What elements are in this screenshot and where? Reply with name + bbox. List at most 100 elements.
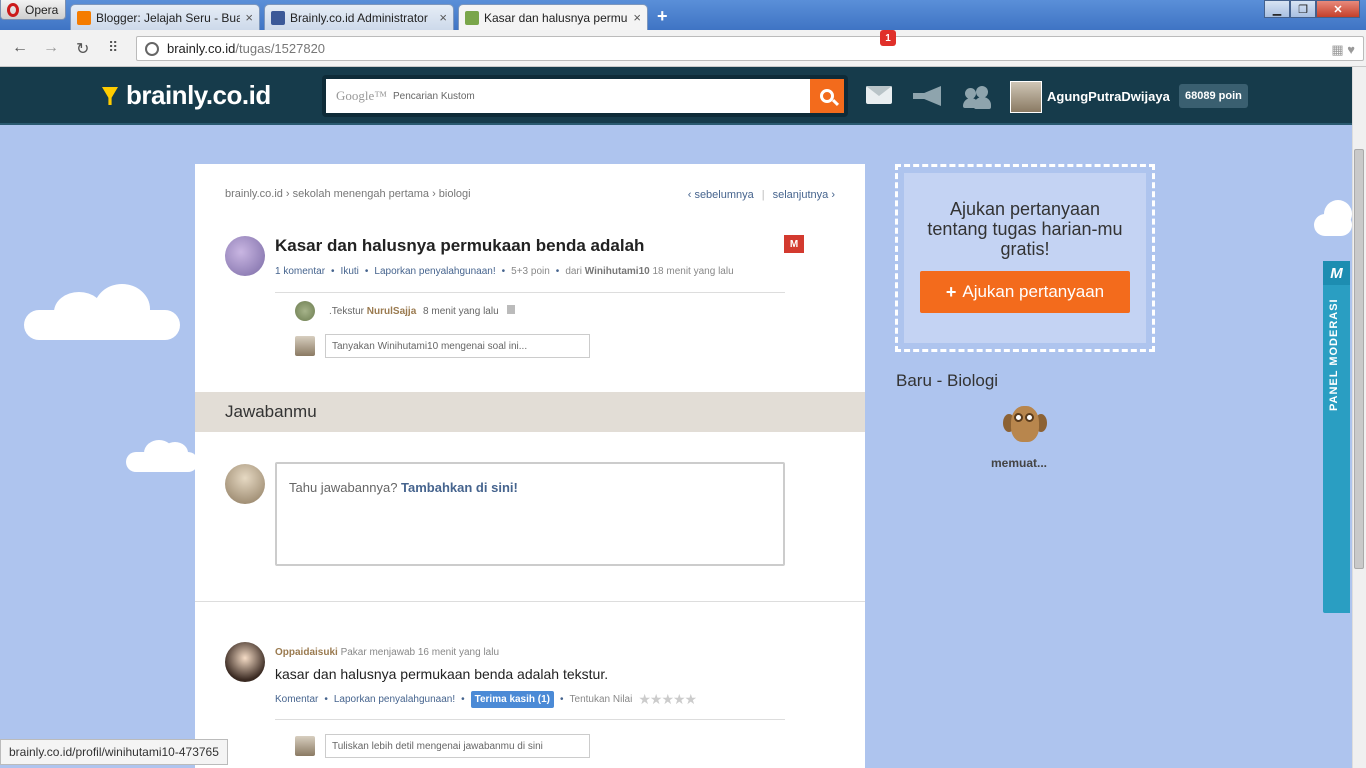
new-tab-icon[interactable]: +: [657, 6, 668, 27]
meta-separator: •: [501, 266, 506, 277]
answer-input[interactable]: Tahu jawabannya? Tambahkan di sini!: [275, 462, 785, 566]
flag-icon[interactable]: [507, 305, 516, 314]
google-brand: Google™: [336, 88, 388, 103]
answer-detail-input[interactable]: Tuliskan lebih detil mengenai jawabanmu …: [325, 734, 590, 758]
moderation-logo-icon: M: [1323, 261, 1350, 285]
brainly-logo[interactable]: brainly.co.id: [98, 79, 271, 111]
tab-brainly-admin[interactable]: Brainly.co.id Administrator ×: [264, 4, 454, 30]
meta-separator: •: [324, 694, 328, 705]
divider: [275, 292, 785, 293]
tab-title: Blogger: Jelajah Seru - Buat: [96, 10, 241, 25]
facebook-favicon-icon: [271, 10, 285, 25]
breadcrumb[interactable]: brainly.co.id › sekolah menengah pertama…: [225, 188, 471, 200]
commenter-name-link[interactable]: NurulSajja: [367, 306, 416, 317]
search-box: Google™ Pencarian Kustom: [322, 75, 848, 117]
opera-menu-label: Opera: [25, 2, 59, 17]
answerer-name-link[interactable]: Oppaidaisuki: [275, 647, 338, 658]
meta-separator: •: [331, 266, 335, 277]
question-pager: ‹ sebelumnya | selanjutnya ›: [688, 189, 835, 201]
username-link[interactable]: AgungPutraDwijaya: [1047, 89, 1170, 104]
megaphone-icon[interactable]: [913, 86, 941, 106]
friends-icon[interactable]: [963, 86, 991, 110]
ask-question-button[interactable]: + Ajukan pertanyaan: [920, 271, 1130, 313]
answer-report-link[interactable]: Laporkan penyalahgunaan!: [334, 694, 455, 705]
url-path: /tugas/1527820: [235, 41, 326, 56]
ask-comment-row: Tanyakan Winihutami10 mengenai soal ini.…: [295, 334, 590, 358]
answer-meta: Oppaidaisuki Pakar menjawab 16 menit yan…: [275, 647, 499, 658]
moderation-panel-tab[interactable]: M PANEL MODERASI: [1323, 261, 1350, 613]
question-panel: brainly.co.id › sekolah menengah pertama…: [195, 164, 865, 768]
commenter-avatar[interactable]: [295, 301, 315, 321]
maximize-icon[interactable]: ❐: [1290, 0, 1316, 18]
close-tab-icon[interactable]: ×: [633, 10, 641, 25]
previous-link[interactable]: ‹ sebelumnya: [688, 189, 754, 201]
answerer-avatar[interactable]: [225, 642, 265, 682]
logo-text: brainly.co.id: [126, 79, 271, 110]
rate-label: Tentukan Nilai: [569, 694, 633, 705]
my-avatar: [295, 336, 315, 356]
page-scrollbar[interactable]: [1352, 67, 1366, 768]
asker-name-link[interactable]: Winihutami10: [585, 266, 650, 277]
cloud-decoration: [24, 284, 180, 340]
question-time: 18 menit yang lalu: [652, 266, 734, 277]
my-avatar: [295, 736, 315, 756]
answer-prompt: Tahu jawabannya?: [289, 480, 398, 495]
site-header: brainly.co.id Google™ Pencarian Kustom A…: [0, 67, 1352, 125]
scrollbar-thumb[interactable]: [1354, 149, 1364, 569]
speed-dial-icon[interactable]: ⠿: [108, 39, 118, 56]
moderation-panel-label: PANEL MODERASI: [1328, 298, 1340, 411]
search-button[interactable]: [810, 79, 844, 113]
minimize-icon[interactable]: ▁: [1264, 0, 1290, 18]
tab-blogger[interactable]: Blogger: Jelajah Seru - Buat ×: [70, 4, 260, 30]
tab-title: Brainly.co.id Administrator: [290, 10, 428, 25]
points-badge: 68089 poin: [1179, 84, 1248, 108]
close-tab-icon[interactable]: ×: [439, 10, 447, 25]
rating-stars-icon[interactable]: ★★★★★: [638, 691, 697, 708]
answer-comment-link[interactable]: Komentar: [275, 694, 318, 705]
moderate-button[interactable]: M: [784, 235, 804, 253]
tab-question[interactable]: Kasar dan halusnya permu ×: [458, 4, 648, 30]
comment-item: .Tekstur NurulSajja 8 menit yang lalu: [295, 301, 516, 321]
ask-comment-input[interactable]: Tanyakan Winihutami10 mengenai soal ini.…: [325, 334, 590, 358]
search-input[interactable]: Google™ Pencarian Kustom: [326, 79, 810, 113]
opera-logo-icon: [7, 2, 19, 17]
url-field[interactable]: brainly.co.id/tugas/1527820 ▦ ♥: [136, 36, 1364, 61]
question-points: 5+3 poin: [511, 266, 550, 277]
cloud-decoration: [126, 440, 198, 472]
ask-question-card: Ajukan pertanyaan tentang tugas harian-m…: [895, 164, 1155, 352]
comments-link[interactable]: 1 komentar: [275, 266, 325, 277]
answerer-role: Pakar menjawab: [340, 647, 416, 658]
answer-detail-row: Tuliskan lebih detil mengenai jawabanmu …: [295, 734, 590, 758]
search-placeholder: Pencarian Kustom: [393, 90, 475, 102]
follow-link[interactable]: Ikuti: [341, 266, 359, 277]
meta-separator: •: [555, 266, 560, 277]
mail-count-badge: 1: [880, 30, 896, 46]
forward-icon[interactable]: →: [43, 39, 59, 57]
tab-title: Kasar dan halusnya permu: [484, 10, 628, 25]
loading-text: memuat...: [991, 456, 1048, 470]
new-questions-heading: Baru - Biologi: [896, 371, 999, 390]
close-tab-icon[interactable]: ×: [245, 10, 253, 25]
my-answer-avatar: [225, 464, 265, 504]
browser-tab-bar: Opera Blogger: Jelajah Seru - Buat × Bra…: [0, 0, 1366, 30]
next-link[interactable]: selanjutnya ›: [773, 189, 835, 201]
user-avatar[interactable]: [1010, 81, 1042, 113]
pager-divider: |: [761, 189, 765, 201]
site-info-icon[interactable]: [145, 41, 159, 56]
question-title: Kasar dan halusnya permukaan benda adala…: [275, 236, 645, 255]
bookmark-heart-icon[interactable]: ▦ ♥: [1331, 42, 1355, 58]
mail-icon[interactable]: [866, 86, 892, 104]
search-icon: [820, 89, 834, 103]
opera-menu-button[interactable]: Opera: [0, 0, 66, 20]
your-answer-heading: Jawabanmu: [195, 392, 865, 432]
add-answer-link[interactable]: Tambahkan di sini!: [401, 480, 518, 495]
back-icon[interactable]: ←: [12, 39, 28, 57]
thanks-button[interactable]: Terima kasih (1): [470, 691, 555, 708]
reload-icon[interactable]: ↻: [76, 39, 89, 59]
plus-icon: +: [945, 281, 957, 302]
report-link[interactable]: Laporkan penyalahgunaan!: [374, 266, 495, 277]
from-label: dari: [565, 266, 582, 277]
ask-button-label: Ajukan pertanyaan: [962, 282, 1105, 301]
close-window-icon[interactable]: ✕: [1316, 0, 1360, 18]
asker-avatar[interactable]: [225, 236, 265, 276]
